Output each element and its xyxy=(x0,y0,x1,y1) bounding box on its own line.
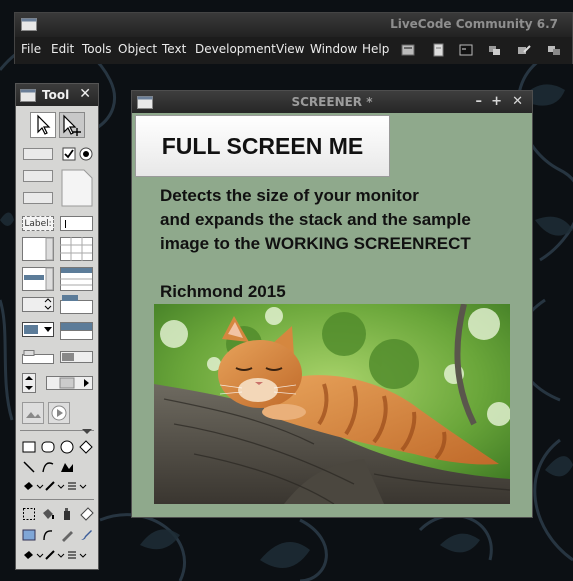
window-menu-icon[interactable] xyxy=(20,89,36,102)
little-arrows-tool-icon[interactable] xyxy=(22,373,36,393)
eraser-tool-icon[interactable] xyxy=(79,505,95,521)
fill-color-icon[interactable] xyxy=(22,480,44,492)
group-icon[interactable] xyxy=(488,43,502,57)
description-line: and expands the stack and the sample xyxy=(160,210,471,229)
polygon-graphic-tool-icon[interactable] xyxy=(79,440,93,454)
brush-tool-icon[interactable] xyxy=(79,528,93,542)
pointer-tool-icon[interactable] xyxy=(59,112,85,138)
tools-titlebar[interactable]: Tool ✕ xyxy=(16,84,98,106)
collapse-triangle-icon[interactable] xyxy=(82,429,92,435)
menu-help[interactable]: Help xyxy=(362,42,389,56)
option-menu-tool-icon[interactable] xyxy=(22,297,54,313)
main-titlebar[interactable]: LiveCode Community 6.7 xyxy=(15,13,572,37)
default-button-tool[interactable] xyxy=(23,192,53,204)
select-paint-tool-icon[interactable] xyxy=(22,507,36,521)
rounded-rectangle-tool-icon[interactable] xyxy=(41,440,55,454)
message-box-icon[interactable] xyxy=(431,43,445,57)
window-menu-icon[interactable] xyxy=(21,18,37,31)
tab-panel-tool-icon[interactable] xyxy=(22,350,54,364)
paint-line-color-icon[interactable] xyxy=(44,549,66,561)
curve-graphic-tool-icon[interactable] xyxy=(41,460,55,474)
player-tool-icon[interactable] xyxy=(48,402,70,424)
sample-cat-image xyxy=(154,304,510,504)
spray-can-tool-icon[interactable] xyxy=(60,507,74,521)
menu-tools[interactable]: Tools xyxy=(82,42,112,56)
screener-stack-window: SCREENER * – + ✕ FULL SCREEN ME Detects … xyxy=(131,90,533,518)
tools-palette: Tool ✕ Label: xyxy=(15,83,99,570)
menu-view[interactable]: View xyxy=(276,42,304,56)
radio-button-tool-icon[interactable] xyxy=(79,147,93,161)
author-credit: Richmond 2015 xyxy=(160,282,286,301)
combo-box-tool-icon[interactable] xyxy=(22,322,54,338)
freehand-graphic-tool-icon[interactable] xyxy=(60,460,74,474)
line-size-icon[interactable] xyxy=(66,480,88,492)
select-grouped-icon[interactable] xyxy=(547,43,561,57)
main-window-title: LiveCode Community 6.7 xyxy=(390,17,558,31)
menu-bar: File Edit Tools Object Text Development … xyxy=(15,37,572,64)
edit-group-icon[interactable] xyxy=(517,43,531,57)
full-screen-button[interactable]: FULL SCREEN ME xyxy=(135,115,390,177)
oval-graphic-tool-icon[interactable] xyxy=(60,440,74,454)
image-tool-icon[interactable] xyxy=(22,402,44,424)
brush-shape-icon[interactable] xyxy=(66,549,88,561)
menu-text[interactable]: Text xyxy=(162,42,186,56)
button-tool[interactable] xyxy=(23,148,53,160)
text-entry-field-tool[interactable] xyxy=(60,216,93,231)
rectangle-paint-tool-icon[interactable] xyxy=(22,528,36,542)
menu-file[interactable]: File xyxy=(21,42,41,56)
menu-object[interactable]: Object xyxy=(118,42,157,56)
rectangle-button-tool[interactable] xyxy=(23,170,53,182)
inspector-icon[interactable] xyxy=(401,43,415,57)
rectangle-graphic-tool-icon[interactable] xyxy=(22,440,36,454)
table-field-tool-icon[interactable] xyxy=(60,237,93,261)
description-line: Detects the size of your monitor xyxy=(160,186,419,205)
pencil-tool-icon[interactable] xyxy=(60,528,74,542)
palette-divider xyxy=(20,499,94,500)
menu-development[interactable]: Development xyxy=(195,42,276,56)
application-browser-icon[interactable] xyxy=(459,43,473,57)
close-icon[interactable]: ✕ xyxy=(512,94,523,109)
bucket-tool-icon[interactable] xyxy=(41,507,55,521)
scrolling-list-field-tool-icon[interactable] xyxy=(22,267,54,291)
minimize-icon[interactable]: – xyxy=(476,94,483,109)
screener-title: SCREENER * xyxy=(291,95,373,109)
livecode-main-window: LiveCode Community 6.7 File Edit Tools O… xyxy=(14,12,573,64)
screener-titlebar[interactable]: SCREENER * – + ✕ xyxy=(132,91,532,113)
pulldown-menu-tool-icon[interactable] xyxy=(60,294,93,314)
scrolling-field-tool-icon[interactable] xyxy=(22,237,54,261)
curve-paint-tool-icon[interactable] xyxy=(41,528,55,542)
checkbox-tool-icon[interactable] xyxy=(62,147,76,161)
transparent-button-tool-icon[interactable] xyxy=(61,169,93,207)
label-field-tool[interactable]: Label: xyxy=(22,216,54,231)
scrollbar-tool-icon[interactable] xyxy=(46,376,93,390)
paint-fill-color-icon[interactable] xyxy=(22,549,44,561)
browse-tool-icon[interactable] xyxy=(30,112,56,138)
line-graphic-tool-icon[interactable] xyxy=(22,460,36,474)
line-color-icon[interactable] xyxy=(44,480,66,492)
description-line: image to the WORKING SCREENRECT xyxy=(160,234,471,253)
close-icon[interactable]: ✕ xyxy=(79,86,91,102)
maximize-icon[interactable]: + xyxy=(491,94,502,109)
data-grid-tool-icon[interactable] xyxy=(60,267,93,291)
popup-menu-tool-icon[interactable] xyxy=(60,322,93,340)
menu-window[interactable]: Window xyxy=(310,42,357,56)
tools-title: Tool xyxy=(42,88,70,102)
menu-edit[interactable]: Edit xyxy=(51,42,74,56)
progress-bar-tool-icon[interactable] xyxy=(60,350,93,364)
